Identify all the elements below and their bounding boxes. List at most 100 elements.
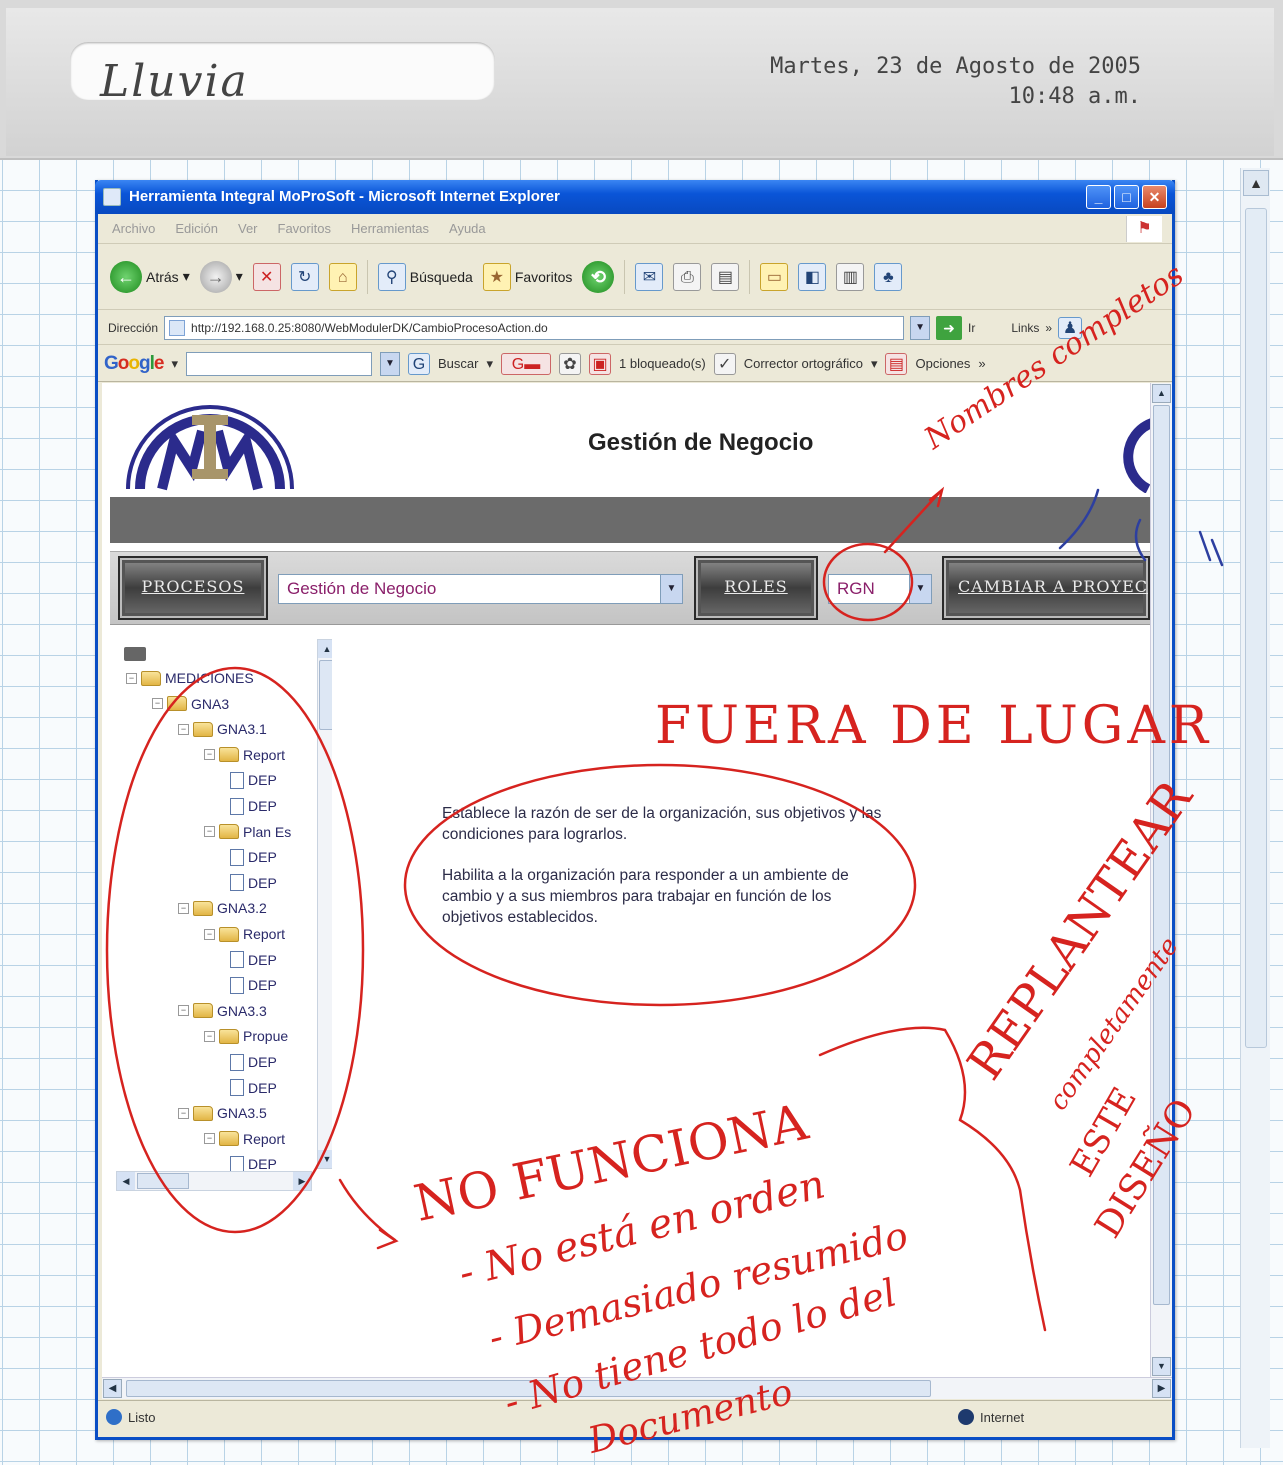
close-button[interactable]: ✕ (1142, 185, 1167, 209)
tree-item-document[interactable]: DEP (230, 769, 277, 791)
title-bar[interactable]: Herramienta Integral MoProSoft - Microso… (95, 180, 1175, 214)
menu-ayuda[interactable]: Ayuda (449, 221, 486, 236)
users-icon[interactable]: ♣ (874, 262, 903, 291)
tree-item-document[interactable]: DEP (230, 795, 277, 817)
messenger-icon[interactable]: ◧ (798, 262, 827, 291)
tree-item-folder[interactable]: − GNA3.1 (178, 718, 267, 740)
chevron-down-icon[interactable]: ▼ (909, 575, 931, 603)
scroll-thumb[interactable] (319, 660, 332, 730)
tree-item-document[interactable]: DEP (230, 1051, 277, 1073)
scroll-up-icon[interactable]: ▲ (318, 640, 332, 658)
scroll-down-icon[interactable]: ▼ (318, 1150, 332, 1168)
menu-favoritos[interactable]: Favoritos (278, 221, 331, 236)
tree-item-document[interactable]: DEP (230, 872, 277, 894)
collapse-icon[interactable]: − (152, 698, 163, 710)
collapse-icon[interactable]: − (204, 928, 215, 940)
tree-vertical-scrollbar[interactable]: ▲ ▼ (317, 639, 332, 1169)
maximize-button[interactable]: □ (1114, 185, 1139, 209)
tree-item-folder[interactable]: − GNA3.5 (178, 1102, 267, 1124)
tree-item-folder[interactable]: − Plan Es (204, 821, 291, 843)
collapse-icon[interactable]: − (204, 1030, 215, 1042)
scroll-down-icon[interactable]: ▼ (1152, 1357, 1171, 1376)
options-label[interactable]: Opciones (915, 356, 970, 371)
menu-edicion[interactable]: Edición (175, 221, 218, 236)
scroll-right-icon[interactable]: ▶ (293, 1172, 311, 1190)
tree-item-folder[interactable]: − GNA3 (152, 693, 229, 715)
google-search-icon[interactable]: G (408, 352, 430, 375)
chevron-down-icon[interactable]: ▾ (486, 356, 493, 372)
tree-item-folder[interactable]: − MEDICIONES (126, 667, 254, 689)
refresh-icon[interactable]: ↻ (290, 262, 319, 291)
history-icon[interactable]: ⟲ (582, 260, 615, 293)
links-label[interactable]: Links (1011, 321, 1039, 335)
search-button[interactable]: ⚲ Búsqueda (377, 262, 473, 291)
scroll-right-icon[interactable]: ▶ (1152, 1379, 1171, 1398)
chevron-down-icon[interactable]: ▾ (183, 268, 190, 285)
collapse-icon[interactable]: − (178, 723, 189, 735)
description-paragraph: Establece la razón de ser de la organiza… (442, 805, 882, 843)
menu-herramientas[interactable]: Herramientas (351, 221, 429, 236)
go-arrow-icon[interactable]: ➜ (936, 315, 963, 340)
viewport-vertical-scrollbar[interactable]: ▲ ▼ (1150, 383, 1172, 1377)
chevron-down-icon[interactable]: ▼ (660, 575, 682, 603)
tree-item-document[interactable]: DEP (230, 949, 277, 971)
chevron-down-icon[interactable]: ▼ (910, 315, 931, 340)
scroll-up-icon[interactable]: ▲ (1243, 170, 1269, 196)
chevron-right-icon[interactable]: » (1045, 321, 1052, 335)
notes-icon[interactable]: ▭ (760, 262, 789, 291)
spellcheck-label[interactable]: Corrector ortográfico (744, 356, 863, 371)
tree-item-label: MEDICIONES (165, 670, 254, 686)
tree-item-document[interactable]: DEP (230, 974, 277, 996)
chevron-down-icon[interactable]: ▾ (171, 356, 178, 372)
tree-item-folder[interactable]: − Report (204, 923, 285, 945)
process-select[interactable]: Gestión de Negocio ▼ (278, 574, 683, 604)
mail-icon[interactable]: ✉ (635, 262, 664, 291)
role-select[interactable]: RGN ▼ (828, 574, 932, 604)
tree-item-folder[interactable]: − Propue (204, 1025, 288, 1047)
chevron-down-icon[interactable]: ▼ (380, 351, 400, 376)
chevron-right-icon[interactable]: » (978, 356, 985, 371)
procesos-button[interactable]: PROCESOS (118, 556, 268, 620)
collapse-icon[interactable]: − (178, 902, 189, 914)
tree-horizontal-scrollbar[interactable]: ◀ ▶ (116, 1171, 312, 1191)
collapse-icon[interactable]: − (178, 1107, 189, 1119)
collapse-icon[interactable]: − (204, 826, 215, 838)
blocked-label[interactable]: 1 bloqueado(s) (619, 356, 706, 371)
chevron-down-icon[interactable]: ▾ (236, 268, 243, 285)
go-label[interactable]: Ir (968, 321, 975, 335)
edit-icon[interactable]: ▤ (711, 262, 740, 291)
tree-item-folder[interactable]: − Report (204, 744, 285, 766)
home-icon[interactable]: ⌂ (328, 262, 357, 291)
collapse-icon[interactable]: − (204, 1133, 215, 1145)
menu-ver[interactable]: Ver (238, 221, 258, 236)
scroll-thumb[interactable] (1245, 208, 1267, 1048)
minimize-button[interactable]: _ (1086, 185, 1111, 209)
tree-item-folder[interactable]: − GNA3.2 (178, 897, 267, 919)
tree-item-document[interactable]: DEP (230, 846, 277, 868)
google-search-label[interactable]: Buscar (438, 356, 478, 371)
collapse-icon[interactable]: − (204, 749, 215, 761)
google-search-input[interactable] (186, 351, 372, 376)
cambiar-proyecto-button[interactable]: CAMBIAR A PROYECTO (942, 556, 1150, 620)
tree-item-folder[interactable]: − Report (204, 1128, 285, 1150)
tree-item-folder[interactable]: − GNA3.3 (178, 1000, 267, 1022)
scroll-left-icon[interactable]: ◀ (117, 1172, 135, 1190)
favorites-button[interactable]: ★ Favoritos (482, 262, 572, 291)
address-input[interactable]: http://192.168.0.25:8080/WebModulerDK/Ca… (164, 315, 905, 340)
collapse-icon[interactable]: − (126, 672, 137, 684)
scroll-up-icon[interactable]: ▲ (1152, 384, 1171, 403)
scroll-thumb[interactable] (137, 1173, 189, 1189)
menu-archivo[interactable]: Archivo (112, 221, 155, 236)
collapse-icon[interactable]: − (178, 1005, 189, 1017)
tree-item-document[interactable]: DEP (230, 1077, 277, 1099)
forward-button[interactable]: → ▾ (199, 260, 243, 293)
print-icon[interactable]: ⎙ (673, 262, 702, 291)
stop-icon[interactable]: ✕ (252, 262, 281, 291)
flag-icon[interactable]: ✿ (559, 352, 581, 375)
roles-button[interactable]: ROLES (694, 556, 818, 620)
chevron-down-icon[interactable]: ▾ (871, 356, 878, 372)
back-button[interactable]: ← Atrás ▾ (110, 260, 190, 293)
page-scrollbar[interactable]: ▲ (1240, 168, 1270, 1448)
scroll-left-icon[interactable]: ◀ (103, 1379, 122, 1398)
research-icon[interactable]: ▥ (836, 262, 865, 291)
